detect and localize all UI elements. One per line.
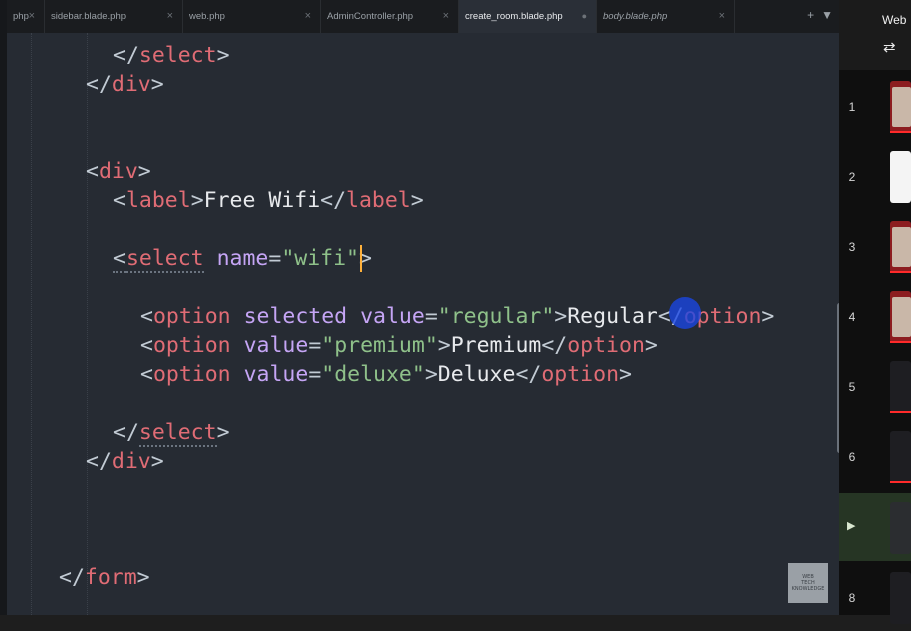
playlist-item-number: 6 [848,450,856,464]
text-cursor [360,245,362,272]
watermark-logo: WEB TECH KNOWLEDGE [788,563,828,603]
tab-bar: php × sidebar.blade.php × web.php × Admi… [7,0,839,33]
video-thumbnail[interactable] [890,431,911,483]
playlist-item[interactable]: 5 [849,352,911,420]
code-line: </form> [59,565,150,590]
video-thumbnail[interactable] [890,361,911,413]
video-thumbnail[interactable] [890,81,911,133]
click-indicator [669,297,701,329]
playlist-header: Web ⇄ [839,0,911,70]
play-icon: ▶ [847,520,856,532]
tab-create-room-blade[interactable]: create_room.blade.php ● [459,0,597,33]
modified-dot-icon[interactable]: ● [582,11,587,21]
playlist-item[interactable]: 4 [849,282,911,350]
tab-label: php [13,11,29,22]
code-line: <option value="deluxe">Deluxe</option> [140,362,632,387]
tab-web-php[interactable]: web.php × [183,0,321,33]
watched-progress-bar [890,271,911,273]
playlist-item[interactable]: 8 [849,563,911,631]
tab-label: AdminController.php [327,11,414,22]
indent-guide [87,33,88,615]
code-editor[interactable]: </select> </div> <div> <label>Free Wifi<… [7,33,839,615]
code-line: </div> [86,449,164,474]
left-edge-strip [0,0,7,615]
code-line: <select name="wifi"> [113,246,372,273]
playlist-item-number: 8 [848,591,856,605]
video-thumbnail[interactable] [890,502,911,554]
playlist-title: Web [882,13,907,27]
tab-admincontroller[interactable]: AdminController.php × [321,0,459,33]
playlist-item[interactable]: 1 [849,72,911,140]
close-icon[interactable]: × [167,10,173,22]
tab-sidebar-blade[interactable]: sidebar.blade.php × [45,0,183,33]
playlist-item-current[interactable]: ▶ [839,493,911,561]
video-thumbnail[interactable] [890,291,911,343]
new-tab-icon[interactable]: + [807,8,814,22]
indent-guide [31,33,32,615]
video-thumbnail[interactable] [890,572,911,624]
video-thumbnail[interactable] [890,221,911,273]
playlist-item-number: 1 [848,100,856,114]
close-icon[interactable]: × [29,10,35,22]
tab-label: body.blade.php [603,11,668,22]
code-line: <label>Free Wifi</label> [113,188,424,213]
watched-progress-bar [890,341,911,343]
watched-progress-bar [890,411,911,413]
watched-progress-bar [890,481,911,483]
tab-menu-chevron-icon[interactable]: ▼ [821,8,833,22]
tab-actions: + ▼ [807,8,833,22]
playlist-item-number: 5 [848,380,856,394]
code-line: <div> [86,159,151,184]
playlist-item[interactable]: 2 [849,142,911,210]
tab-label: create_room.blade.php [465,11,563,22]
tab-php[interactable]: php × [7,0,45,33]
playlist-item-number: 4 [848,310,856,324]
playlist-item[interactable]: 3 [849,212,911,280]
playlist-item[interactable]: 6 [849,422,911,490]
tab-label: sidebar.blade.php [51,11,127,22]
code-line: <option value="premium">Premium</option> [140,333,658,358]
close-icon[interactable]: × [443,10,449,22]
playlist-panel: Web ⇄ 1 2 3 4 5 6 ▶ 8 [839,0,911,624]
close-icon[interactable]: × [719,10,725,22]
code-line: </select> [113,420,230,447]
code-line: </div> [86,72,164,97]
playlist-item-number: 2 [848,170,856,184]
tab-body-blade[interactable]: body.blade.php × [597,0,735,33]
close-icon[interactable]: × [305,10,311,22]
code-line: </select> [113,43,230,68]
watched-progress-bar [890,131,911,133]
playlist-item-number: 3 [848,240,856,254]
tab-label: web.php [189,11,225,22]
video-thumbnail[interactable] [890,151,911,203]
loop-icon[interactable]: ⇄ [883,38,896,56]
